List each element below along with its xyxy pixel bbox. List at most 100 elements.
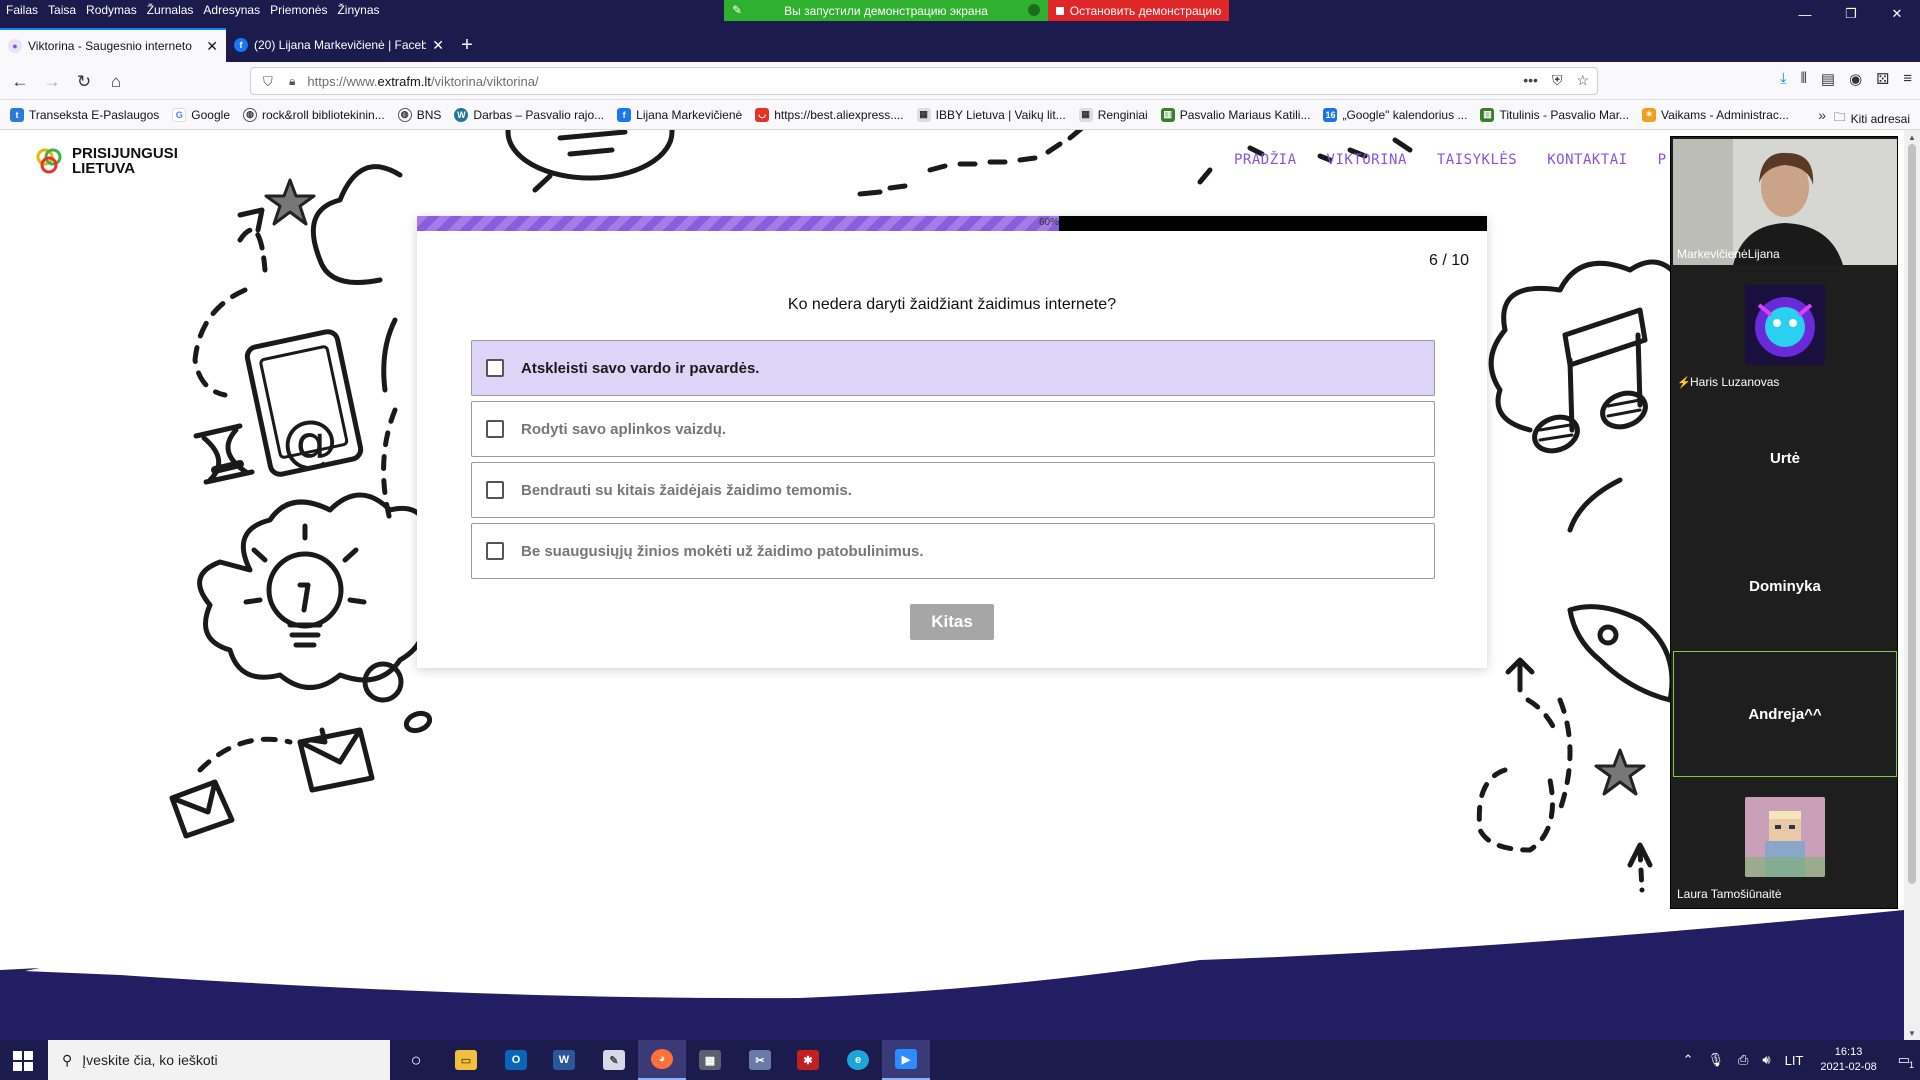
bookmark-item[interactable]: ◡ https://best.aliexpress.... — [755, 107, 904, 122]
participant-tile[interactable]: MarkevičienėLijana — [1673, 139, 1897, 265]
paint-icon[interactable]: ✎ — [590, 1040, 638, 1080]
folder-icon: 🗀︎ — [1833, 110, 1846, 124]
taskbar-search[interactable]: ⚲ Įveskite čia, ko ieškoti — [48, 1040, 390, 1080]
page-scrollbar[interactable]: ▲ ▼ — [1904, 130, 1920, 1040]
nav-contacts[interactable]: KONTAKTAI — [1547, 152, 1627, 168]
bookmark-item[interactable]: ▦ IBBY Lietuva | Vaikų lit... — [916, 107, 1066, 122]
next-button[interactable]: Kitas — [910, 604, 994, 640]
checkbox[interactable] — [486, 542, 504, 560]
menu-history[interactable]: Žurnalas — [147, 3, 194, 17]
checkbox[interactable] — [486, 420, 504, 438]
restore-icon[interactable]: ❐ — [1828, 0, 1874, 28]
nav-rules[interactable]: TAISYKLĖS — [1437, 152, 1517, 168]
bookmark-item[interactable]: ✶ Vaikams - Administrac... — [1642, 107, 1789, 122]
participant-tile[interactable]: Laura Tamošiūnaitė — [1673, 779, 1897, 905]
extensions-icon[interactable]: ⚄ — [1876, 70, 1889, 88]
clock[interactable]: 16:13 2021-02-08 — [1820, 1045, 1876, 1075]
library-icon[interactable]: ⫴ — [1801, 70, 1807, 88]
download-icon[interactable]: ⤓ — [1780, 70, 1787, 88]
sidebar-icon[interactable]: ▤ — [1821, 70, 1835, 88]
minimize-icon[interactable]: — — [1782, 0, 1828, 28]
site-logo[interactable]: PRISIJUNGUSI LIETUVA — [34, 146, 178, 176]
answer-option-4[interactable]: Be suaugusiųjų žinios mokėti už žaidimo … — [471, 523, 1435, 579]
participant-tile[interactable]: ⚡ Haris Luzanovas — [1673, 267, 1897, 393]
menu-edit[interactable]: Taisa — [48, 3, 76, 17]
scroll-down-icon[interactable]: ▼ — [1904, 1026, 1920, 1040]
nav-home[interactable]: PRADŽIA — [1234, 152, 1297, 168]
checkbox[interactable] — [486, 481, 504, 499]
snipping-tool-icon[interactable]: ✂ — [736, 1040, 784, 1080]
zoom-icon[interactable]: ▶ — [882, 1040, 930, 1080]
calculator-icon[interactable]: ▦ — [686, 1040, 734, 1080]
system-tray: ⌃ 🎙︎ ⎙ 🔊︎ LIT 16:13 2021-02-08 ▭ 1 — [1676, 1040, 1920, 1080]
windows-start-icon[interactable] — [12, 1050, 34, 1072]
pocket-icon[interactable]: ⛨ — [1552, 72, 1563, 89]
menu-bookmarks[interactable]: Adresynas — [203, 3, 260, 17]
tab-facebook[interactable]: f (20) Lijana Markevičienė | Faceb ✕ — [226, 28, 452, 62]
tab-title: Viktorina - Saugesnio interneto — [28, 39, 192, 53]
network-icon[interactable]: ⎙ — [1738, 1052, 1748, 1068]
hamburger-menu-icon[interactable]: ≡ — [1903, 70, 1912, 88]
back-icon[interactable]: ← — [6, 68, 34, 96]
tracking-shield-icon[interactable]: ⛉ — [263, 74, 273, 90]
close-tab-icon[interactable]: ✕ — [432, 37, 444, 54]
stop-share-button[interactable]: Остановить демонстрацию — [1048, 0, 1229, 21]
bookmark-item[interactable]: f Lijana Markevičienė — [617, 107, 742, 122]
outlook-icon[interactable]: O — [492, 1040, 540, 1080]
close-window-icon[interactable]: ✕ — [1874, 0, 1920, 28]
tab-viktorina[interactable]: ● Viktorina - Saugesnio interneto ✕ — [0, 28, 226, 62]
checkbox[interactable] — [486, 359, 504, 377]
menu-tools[interactable]: Priemonės — [270, 3, 327, 17]
pencil-icon[interactable]: ✎ — [732, 3, 742, 17]
file-explorer-icon[interactable]: ▭ — [442, 1040, 490, 1080]
more-bookmarks-icon[interactable]: » — [1818, 107, 1826, 123]
participant-tile-speaking[interactable]: Andreja^^ — [1673, 651, 1897, 777]
bookmark-item[interactable]: ▥ Pasvalio Mariaus Katili... — [1160, 107, 1310, 122]
scroll-up-icon[interactable]: ▲ — [1904, 130, 1920, 144]
forward-icon[interactable]: → — [38, 68, 66, 96]
scroll-thumb[interactable] — [1908, 144, 1916, 884]
search-icon: ⚲ — [62, 1051, 73, 1068]
bookmark-item[interactable]: W Darbas – Pasvalio rajo... — [454, 107, 604, 122]
new-tab-button[interactable]: + — [452, 28, 482, 62]
chevron-up-icon[interactable]: ⌃ — [1683, 1052, 1694, 1068]
answer-label: Rodyti savo aplinkos vaizdų. — [521, 420, 727, 438]
volume-icon[interactable]: 🔊︎ — [1762, 1052, 1770, 1068]
menu-help[interactable]: Žinynas — [337, 3, 379, 17]
url-bar[interactable]: ⛉ 🔒︎ https://www.extrafm.lt/viktorina/vi… — [250, 67, 1598, 95]
microphone-icon[interactable]: 🎙︎ — [1708, 1052, 1725, 1068]
answer-option-2[interactable]: Rodyti savo aplinkos vaizdų. — [471, 401, 1435, 457]
menu-view[interactable]: Rodymas — [86, 3, 137, 17]
participant-tile[interactable]: Dominyka — [1673, 523, 1897, 649]
account-icon[interactable]: ◉ — [1849, 70, 1862, 88]
task-view-icon[interactable]: ○ — [392, 1040, 440, 1080]
participant-tile[interactable]: Urtė — [1673, 395, 1897, 521]
other-bookmarks-folder[interactable]: 🗀︎ Kiti adresai — [1834, 108, 1910, 129]
notifications-icon[interactable]: ▭ 1 — [1898, 1052, 1914, 1070]
bookmark-item[interactable]: G Google — [172, 107, 230, 122]
home-icon[interactable]: ⌂ — [102, 68, 130, 96]
question-text: Ko nedera daryti žaidžiant žaidimus inte… — [787, 296, 1117, 313]
bookmark-item[interactable]: t Transeksta E-Paslaugos — [10, 107, 159, 122]
lock-icon[interactable]: 🔒︎ — [289, 74, 295, 89]
word-icon[interactable]: W — [540, 1040, 588, 1080]
bookmark-item[interactable]: ◍ rock&roll bibliotekinin... — [243, 107, 385, 122]
bookmark-item[interactable]: ▦ Renginiai — [1078, 107, 1148, 122]
language-indicator[interactable]: LIT — [1785, 1053, 1804, 1068]
nav-quiz[interactable]: VIKTORINA — [1327, 152, 1407, 168]
site-navigation: PRADŽIA VIKTORINA TAISYKLĖS KONTAKTAI P — [1234, 152, 1667, 168]
more-actions-icon[interactable]: ••• — [1523, 72, 1538, 89]
close-tab-icon[interactable]: ✕ — [206, 38, 218, 55]
firefox-icon[interactable]: ◕ — [638, 1040, 686, 1080]
menu-file[interactable]: Failas — [6, 3, 38, 17]
answer-option-1[interactable]: Atskleisti savo vardo ir pavardės. — [471, 340, 1435, 396]
reload-icon[interactable]: ↻ — [70, 68, 98, 96]
edge-icon[interactable]: e — [834, 1040, 882, 1080]
bookmark-item[interactable]: ◍ BNS — [397, 107, 441, 122]
bookmark-item[interactable]: 16 „Google" kalendorius ... — [1323, 107, 1467, 122]
answer-option-3[interactable]: Bendrauti su kitais žaidėjais žaidimo te… — [471, 462, 1435, 518]
bookmark-star-icon[interactable]: ☆ — [1576, 72, 1589, 89]
app-icon[interactable]: ✱ — [784, 1040, 832, 1080]
nav-more[interactable]: P — [1658, 152, 1667, 168]
bookmark-item[interactable]: ▥ Titulinis - Pasvalio Mar... — [1480, 107, 1629, 122]
